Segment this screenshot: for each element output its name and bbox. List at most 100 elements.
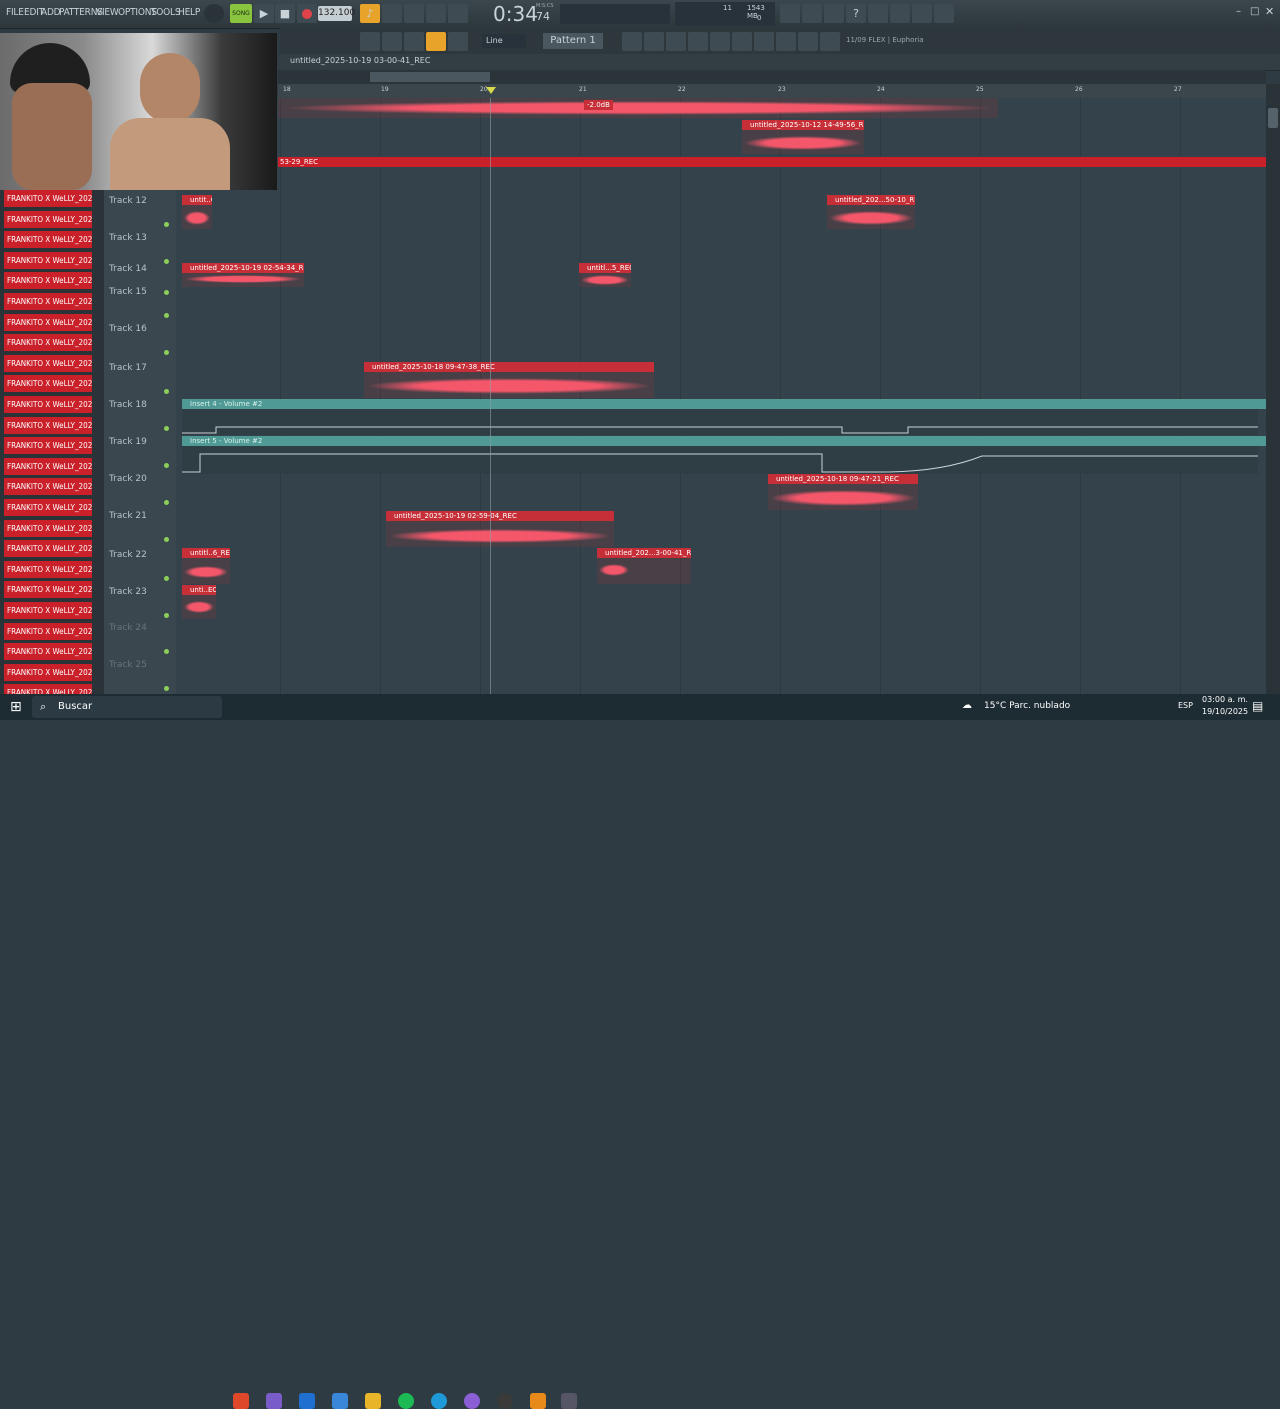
audio-clip[interactable]: untitled_202...3-00-41_REC	[597, 548, 691, 584]
arrow-button[interactable]	[382, 32, 402, 51]
automation-lane[interactable]	[182, 446, 1258, 474]
track-name[interactable]: Track 22	[109, 550, 147, 560]
track-mute-led[interactable]	[164, 290, 169, 295]
loop-record-button[interactable]	[448, 4, 468, 23]
track-name[interactable]: Track 15	[109, 287, 147, 297]
play-button[interactable]: ▶	[254, 4, 274, 23]
pattern-list-item[interactable]: FRANKITO X WeLLY_2025-...	[4, 375, 92, 393]
minimize-icon[interactable]: –	[1236, 6, 1241, 17]
settings-gear-icon[interactable]	[561, 1393, 577, 1409]
step-edit-button[interactable]	[426, 4, 446, 23]
audio-clip[interactable]: untitled_202...50-10_REC	[827, 195, 915, 229]
track-mute-led[interactable]	[164, 259, 169, 264]
fl-studio-icon[interactable]	[530, 1393, 546, 1409]
menu-view[interactable]: VIEW	[96, 7, 119, 18]
mic-button[interactable]	[824, 4, 844, 23]
misc-button[interactable]	[820, 32, 840, 51]
download-button[interactable]	[934, 4, 954, 23]
touch-button[interactable]	[776, 32, 796, 51]
menu-add[interactable]: ADD	[41, 7, 61, 18]
mixer-button[interactable]	[666, 32, 686, 51]
pattern-list-item[interactable]: FRANKITO X WeLLY_2025-...	[4, 581, 92, 599]
automation-clip[interactable]: Insert 4 - Volume #2	[182, 399, 1266, 409]
weather-icon[interactable]: ☁	[962, 700, 972, 711]
playlist-button[interactable]	[360, 32, 380, 51]
track-mute-led[interactable]	[164, 313, 169, 318]
audio-clip[interactable]: untitled_2025-10-18 09-47-38_REC	[364, 362, 654, 398]
audio-clip[interactable]: untitled_2025-10-12 14-49-56_REC	[742, 120, 864, 154]
track-mute-led[interactable]	[164, 576, 169, 581]
automation-lane[interactable]	[182, 409, 1258, 435]
audio-clip[interactable]: untitl...5_REC	[579, 263, 631, 287]
track-mute-led[interactable]	[164, 613, 169, 618]
automation-clip[interactable]: Insert 5 - Volume #2	[182, 436, 1266, 446]
pencil-button[interactable]	[404, 32, 424, 51]
audio-clip[interactable]: untitled_2025-10-19 02-54-34_REC	[182, 263, 304, 287]
pattern-list-item[interactable]: FRANKITO X WeLLY_2025-...	[4, 622, 92, 640]
spotify-icon[interactable]	[398, 1393, 414, 1409]
pattern-list-item[interactable]: FRANKITO X WeLLY_2025-...	[4, 293, 92, 310]
pattern-list-item[interactable]: FRANKITO X WeLLY_2025-...	[4, 560, 92, 578]
browser-button[interactable]	[688, 32, 708, 51]
cut-tool-button[interactable]	[802, 4, 822, 23]
time-display[interactable]: 0:34 74 M:S:CS	[480, 2, 560, 26]
pattern-list-item[interactable]: FRANKITO X WeLLY_2025-...	[4, 416, 92, 434]
maximize-icon[interactable]: □	[1250, 6, 1259, 17]
track-name[interactable]: Track 24	[109, 623, 147, 633]
playhead-marker[interactable]	[486, 87, 496, 94]
audio-clip[interactable]: unti..EC	[182, 585, 216, 619]
pattern-list-item[interactable]: FRANKITO X WeLLY_2025-...	[4, 457, 92, 475]
piano-roll-button[interactable]	[644, 32, 664, 51]
outlook-icon[interactable]	[299, 1393, 315, 1409]
track-mute-led[interactable]	[164, 222, 169, 227]
plugin-button[interactable]	[890, 4, 910, 23]
master-volume-slider[interactable]	[560, 4, 670, 24]
pattern-list-item[interactable]: FRANKITO X WeLLY_2025-...	[4, 663, 92, 681]
track-mute-led[interactable]	[164, 537, 169, 542]
track-mute-led[interactable]	[164, 500, 169, 505]
timeline-ruler[interactable]: 18 19 20 21 22 23 24 25 26 27	[278, 84, 1266, 98]
track-mute-led[interactable]	[164, 426, 169, 431]
pattern-list-item[interactable]: FRANKITO X WeLLY_2025-...	[4, 643, 92, 661]
pattern-list-item[interactable]: FRANKITO X WeLLY_2025-...	[4, 334, 92, 352]
language-indicator[interactable]: ESP	[1178, 701, 1193, 710]
countdown-button[interactable]	[404, 4, 424, 23]
folder-icon[interactable]	[365, 1393, 381, 1409]
track-name[interactable]: Track 23	[109, 587, 147, 597]
stop-button[interactable]: ■	[275, 4, 295, 23]
overview-window[interactable]	[370, 72, 490, 82]
pattern-list-item[interactable]: FRANKITO X WeLLY_2025-...	[4, 478, 92, 496]
plugin-db-button[interactable]	[754, 32, 774, 51]
track-name[interactable]: Track 17	[109, 363, 147, 373]
song-mode-button[interactable]: SONG	[230, 4, 252, 23]
close-icon[interactable]: ✕	[1265, 5, 1274, 18]
menu-help[interactable]: HELP	[178, 7, 200, 18]
menu-tools[interactable]: TOOLS	[151, 7, 181, 18]
pattern-list-item[interactable]: FRANKITO X WeLLY_2025-...	[4, 231, 92, 249]
notifications-icon[interactable]: ▤	[1252, 699, 1263, 713]
track-name[interactable]: Track 21	[109, 511, 147, 521]
pat-song-toggle[interactable]	[204, 4, 224, 23]
pattern-list-item[interactable]: FRANKITO X WeLLY_2025-...	[4, 210, 92, 228]
menu-file[interactable]: FILE	[6, 7, 24, 18]
pattern-list-item[interactable]: FRANKITO X WeLLY_2025-...	[4, 272, 92, 290]
store-icon[interactable]	[332, 1393, 348, 1409]
track-name[interactable]: Track 19	[109, 437, 147, 447]
audio-clip-long[interactable]: 53-29_REC	[278, 157, 1266, 167]
audio-clip[interactable]: -2.0dB	[278, 98, 998, 118]
weather-text[interactable]: 15°C Parc. nublado	[984, 701, 1070, 711]
pattern-list-item[interactable]: FRANKITO X WeLLY_2025-...	[4, 602, 92, 619]
record-button[interactable]	[297, 4, 317, 23]
edge-icon[interactable]	[431, 1393, 447, 1409]
pattern-list-item[interactable]: FRANKITO X WeLLY_2025-...	[4, 540, 92, 558]
windows-start-icon[interactable]: ⊞	[10, 699, 22, 715]
snap-selector[interactable]: Line	[482, 34, 526, 48]
channel-rack-button[interactable]	[622, 32, 642, 51]
audio-clip[interactable]: untitled_2025-10-18 09-47-21_REC	[768, 474, 918, 510]
track-mute-led[interactable]	[164, 649, 169, 654]
playlist-grid[interactable]: -2.0dB untitled_2025-10-12 14-49-56_REC …	[176, 98, 1266, 694]
news-ticker[interactable]: 11/09 FLEX | Euphoria	[846, 36, 924, 44]
undo-history-button[interactable]	[780, 4, 800, 23]
pattern-list-item[interactable]: FRANKITO X WeLLY_2025-...	[4, 519, 92, 537]
scrollbar-thumb[interactable]	[1268, 108, 1278, 128]
